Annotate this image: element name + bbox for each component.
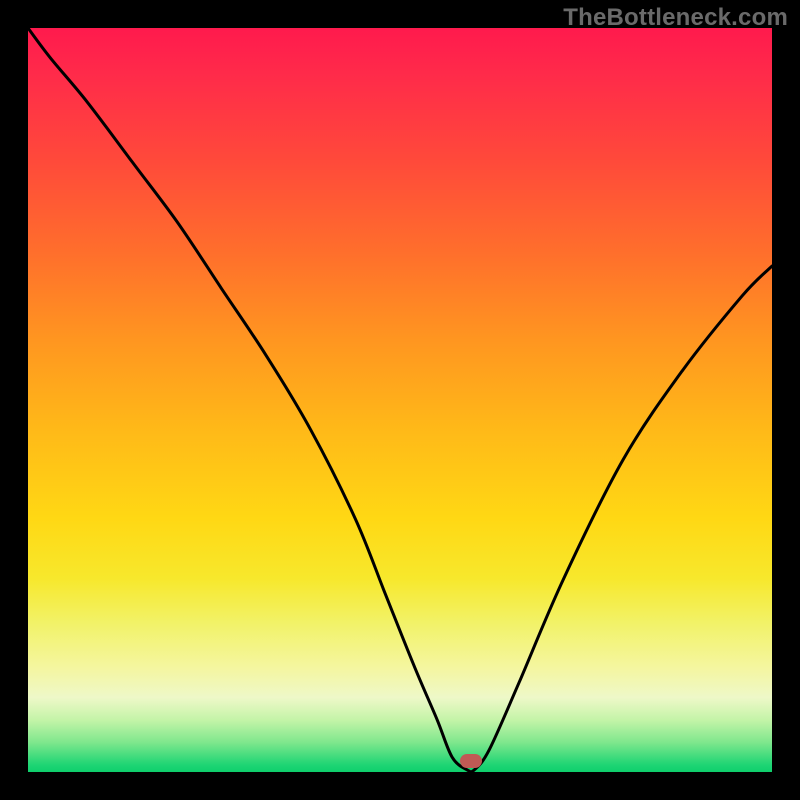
bottleneck-curve	[28, 28, 772, 772]
chart-plot-area	[28, 28, 772, 772]
optimal-point-marker	[460, 754, 482, 768]
chart-curve-svg	[28, 28, 772, 772]
chart-frame: TheBottleneck.com	[0, 0, 800, 800]
